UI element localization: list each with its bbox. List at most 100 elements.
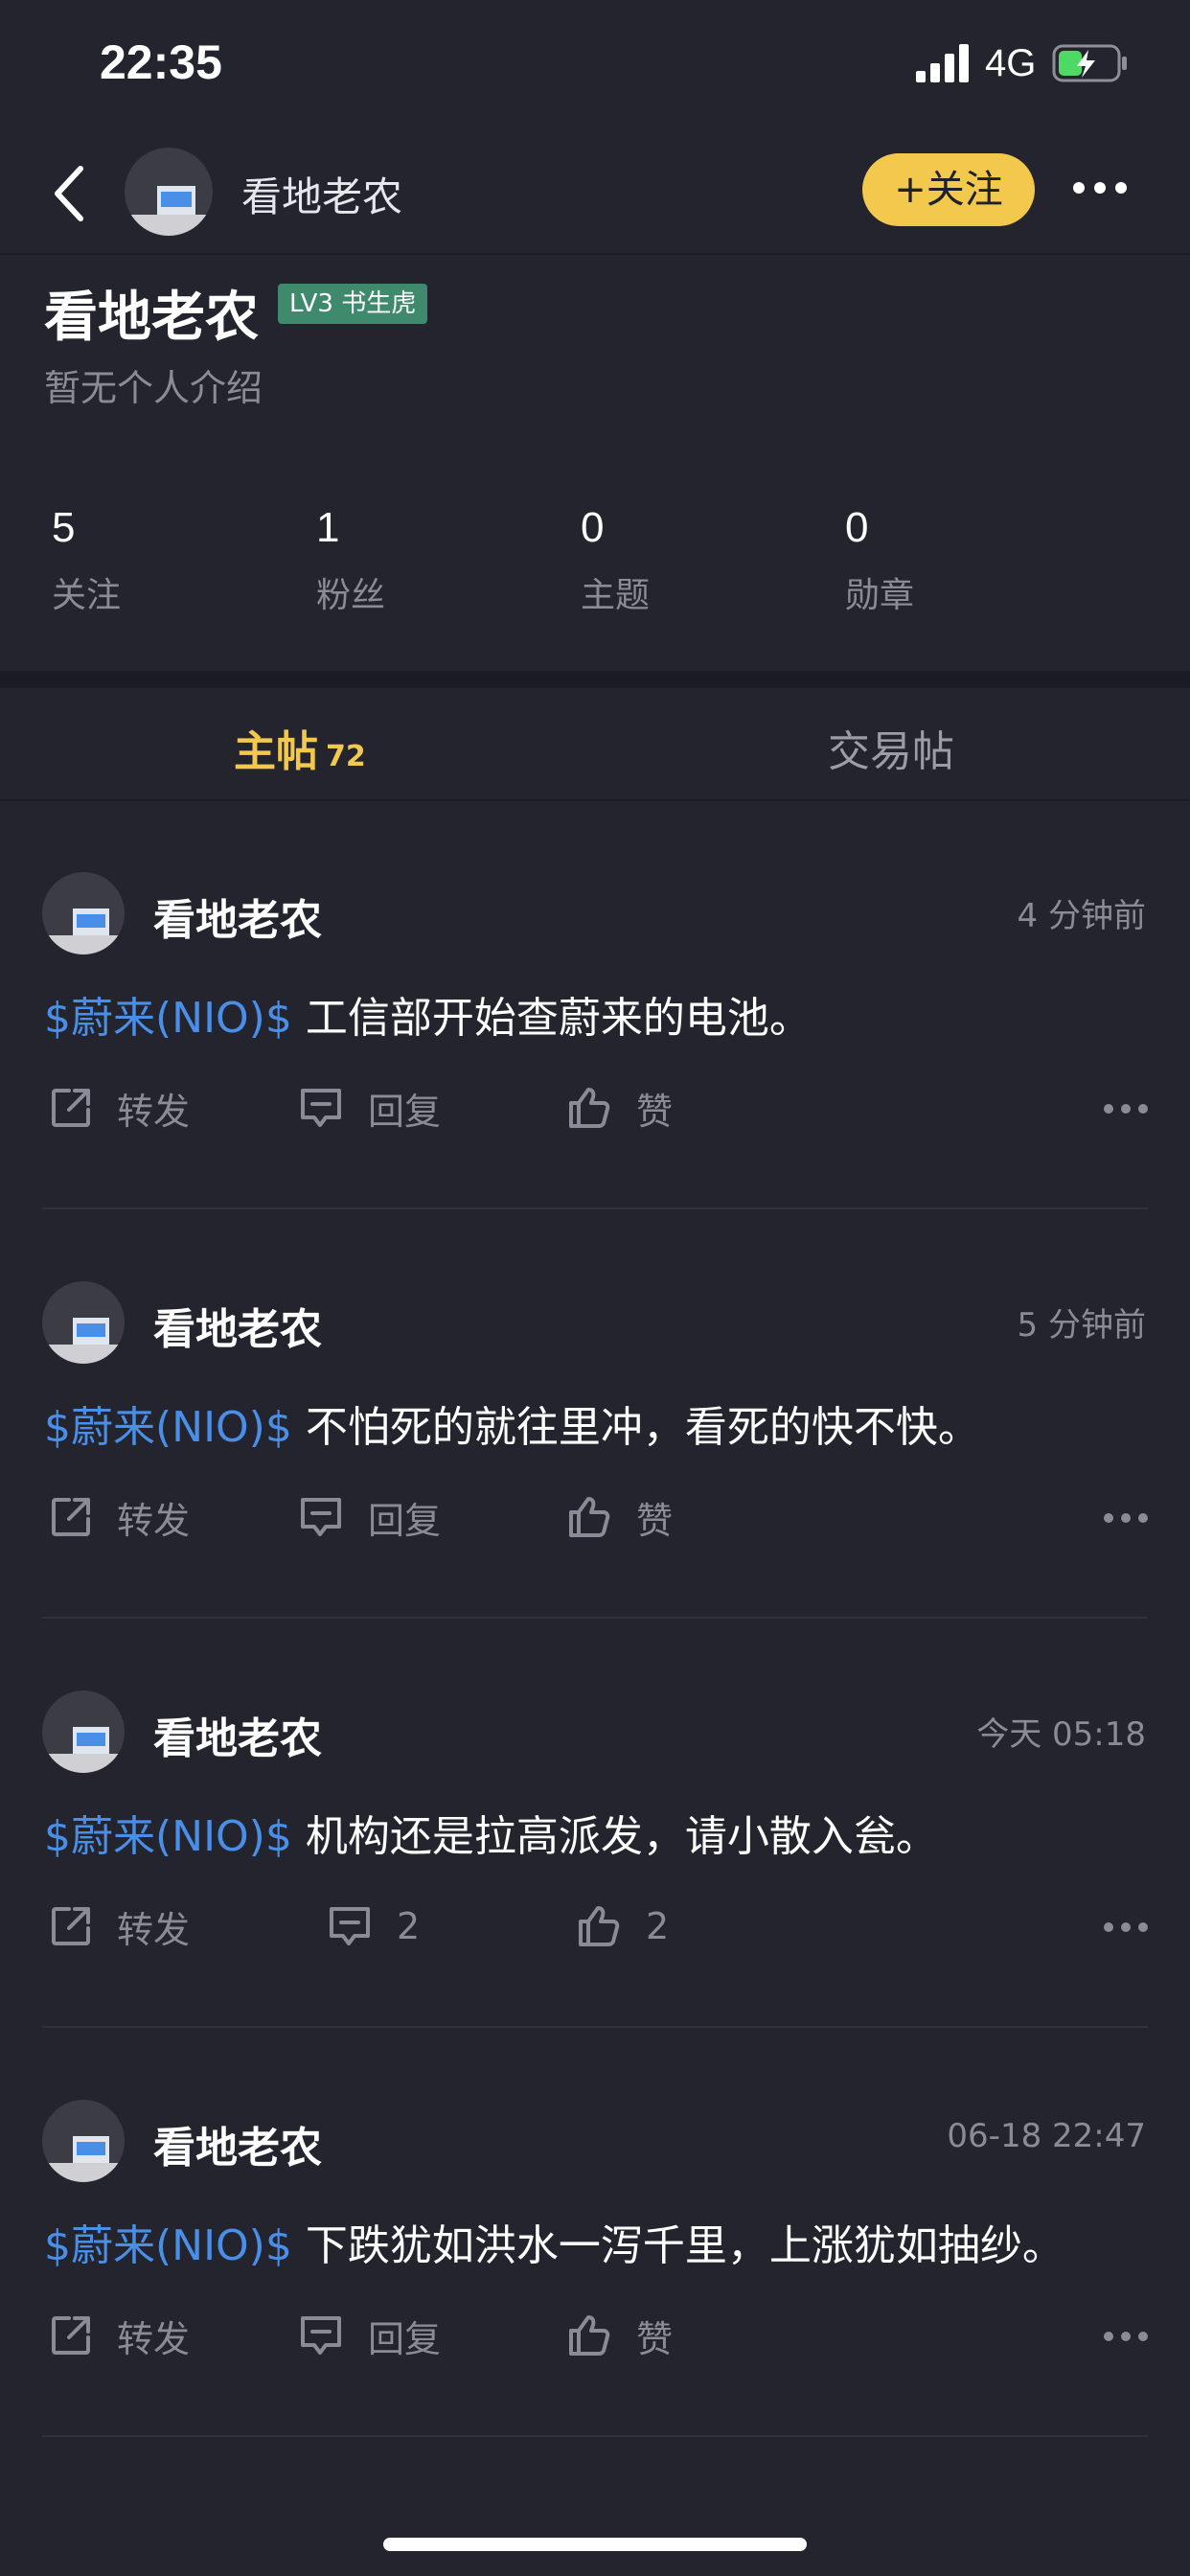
tab-bar: 主帖 72 交易帖: [0, 688, 1190, 801]
forward-label: 转发: [117, 1499, 191, 1542]
stat-medals[interactable]: 0 勋章: [845, 504, 914, 617]
stat-following[interactable]: 5 关注: [52, 504, 121, 617]
post-time: 今天 05:18: [976, 1715, 1146, 1754]
forward-label: 转发: [117, 2317, 191, 2360]
stat-followers[interactable]: 1 粉丝: [316, 504, 385, 617]
tab-main-label: 主帖: [234, 727, 318, 776]
thumbs-up-icon: [569, 2315, 610, 2356]
comment-icon: [301, 2316, 341, 2355]
share-icon: [52, 1089, 90, 1127]
like-label: 赞: [636, 2317, 674, 2360]
post-text: 机构还是拉高派发，请小散入瓮。: [305, 1812, 938, 1861]
share-icon: [52, 1498, 90, 1536]
post-content[interactable]: $蔚来(NIO)$ 工信部开始查蔚来的电池。: [44, 983, 1146, 1045]
stat-label: 主题: [581, 576, 651, 615]
reply-label: 回复: [368, 1499, 442, 1542]
post-content[interactable]: $蔚来(NIO)$ 不怕死的就往里冲，看死的快不快。: [44, 1392, 1146, 1454]
follow-button[interactable]: +关注: [862, 153, 1035, 226]
ellipsis-icon[interactable]: [1102, 1920, 1150, 1934]
post-time: 4 分钟前: [1017, 897, 1146, 935]
battery-charging-icon: [1052, 44, 1127, 82]
ellipsis-icon[interactable]: [1102, 1511, 1150, 1525]
post-time: 5 分钟前: [1017, 1306, 1146, 1345]
ellipsis-icon[interactable]: [1102, 1102, 1150, 1116]
forward-button[interactable]: 转发: [50, 1898, 190, 1955]
like-button[interactable]: 2: [577, 1898, 669, 1955]
stat-value: 0: [581, 504, 605, 551]
avatar[interactable]: [42, 2100, 125, 2182]
tab-main-posts[interactable]: 主帖 72: [234, 717, 366, 778]
stat-label: 关注: [52, 576, 122, 615]
signal-bars-icon: [916, 44, 969, 82]
post-item[interactable]: 看地老农 今天 05:18 $蔚来(NIO)$ 机构还是拉高派发，请小散入瓮。 …: [0, 1620, 1190, 2028]
thumbs-up-icon: [569, 1497, 610, 1537]
profile-bio: 暂无个人介绍: [44, 367, 263, 409]
reply-button[interactable]: 回复: [299, 1488, 441, 1546]
reply-button[interactable]: 2: [328, 1898, 420, 1955]
post-author[interactable]: 看地老农: [153, 2113, 322, 2174]
post-author[interactable]: 看地老农: [153, 1295, 322, 1356]
thumbs-up-icon: [569, 1088, 610, 1128]
forward-label: 转发: [117, 1090, 191, 1133]
stat-label: 粉丝: [316, 576, 386, 615]
stock-tag-link[interactable]: $蔚来(NIO)$: [44, 1812, 292, 1861]
status-bar: 22:35 4G: [0, 0, 1190, 134]
nav-divider: [0, 253, 1190, 255]
like-button[interactable]: 赞: [567, 1488, 673, 1546]
profile-name: 看地老农: [44, 287, 259, 349]
post-item[interactable]: 看地老农 5 分钟前 $蔚来(NIO)$ 不怕死的就往里冲，看死的快不快。 转发…: [0, 1210, 1190, 1619]
stock-tag-link[interactable]: $蔚来(NIO)$: [44, 1403, 292, 1452]
like-button[interactable]: 赞: [567, 1079, 673, 1137]
home-indicator[interactable]: [383, 2538, 807, 2551]
post-text: 不怕死的就往里冲，看死的快不快。: [305, 1403, 980, 1452]
like-count: 2: [646, 1905, 670, 1947]
post-author[interactable]: 看地老农: [153, 1704, 322, 1765]
stat-value: 5: [52, 504, 76, 551]
stock-tag-link[interactable]: $蔚来(NIO)$: [44, 2221, 292, 2270]
post-content[interactable]: $蔚来(NIO)$ 下跌犹如洪水一泻千里，上涨犹如抽纱。: [44, 2211, 1146, 2272]
section-divider: [0, 671, 1190, 688]
post-item[interactable]: 看地老农 4 分钟前 $蔚来(NIO)$ 工信部开始查蔚来的电池。 转发 回复 …: [0, 801, 1190, 1209]
forward-button[interactable]: 转发: [50, 1079, 190, 1137]
reply-label: 回复: [368, 1090, 442, 1133]
stat-topics[interactable]: 0 主题: [581, 504, 650, 617]
ellipsis-icon[interactable]: [1071, 180, 1129, 196]
ellipsis-icon[interactable]: [1102, 2330, 1150, 2343]
forward-button[interactable]: 转发: [50, 1488, 190, 1546]
forward-button[interactable]: 转发: [50, 2307, 190, 2364]
avatar[interactable]: [125, 148, 213, 236]
post-divider: [42, 1617, 1148, 1619]
avatar[interactable]: [42, 1690, 125, 1773]
forward-label: 转发: [117, 1908, 191, 1951]
avatar[interactable]: [42, 872, 125, 954]
post-content[interactable]: $蔚来(NIO)$ 机构还是拉高派发，请小散入瓮。: [44, 1802, 1146, 1863]
post-divider: [42, 2026, 1148, 2028]
reply-button[interactable]: 回复: [299, 1079, 441, 1137]
share-icon: [52, 2316, 90, 2355]
tab-main-count: 72: [326, 740, 366, 773]
chevron-left-icon[interactable]: [48, 163, 96, 224]
stat-value: 1: [316, 504, 340, 551]
thumbs-up-icon: [579, 1906, 620, 1946]
post-time: 06-18 22:47: [947, 2117, 1146, 2155]
status-time: 22:35: [100, 35, 222, 89]
share-icon: [52, 1907, 90, 1945]
reply-label: 回复: [368, 2317, 442, 2360]
tab-trade-posts[interactable]: 交易帖: [828, 717, 954, 778]
post-author[interactable]: 看地老农: [153, 886, 322, 947]
reply-button[interactable]: 回复: [299, 2307, 441, 2364]
post-divider: [42, 1208, 1148, 1209]
post-item[interactable]: 看地老农 06-18 22:47 $蔚来(NIO)$ 下跌犹如洪水一泻千里，上涨…: [0, 2029, 1190, 2437]
like-button[interactable]: 赞: [567, 2307, 673, 2364]
post-text: 下跌犹如洪水一泻千里，上涨犹如抽纱。: [305, 2221, 1064, 2270]
post-text: 工信部开始查蔚来的电池。: [305, 994, 812, 1043]
post-divider: [42, 2435, 1148, 2437]
like-label: 赞: [636, 1499, 674, 1542]
avatar[interactable]: [42, 1281, 125, 1364]
nav-user-name: 看地老农: [241, 173, 403, 220]
level-badge: LV3 书生虎: [278, 284, 428, 324]
comment-icon: [301, 1089, 341, 1127]
comment-icon: [301, 1498, 341, 1536]
nav-bar: 看地老农 +关注: [0, 134, 1190, 253]
stock-tag-link[interactable]: $蔚来(NIO)$: [44, 994, 292, 1043]
